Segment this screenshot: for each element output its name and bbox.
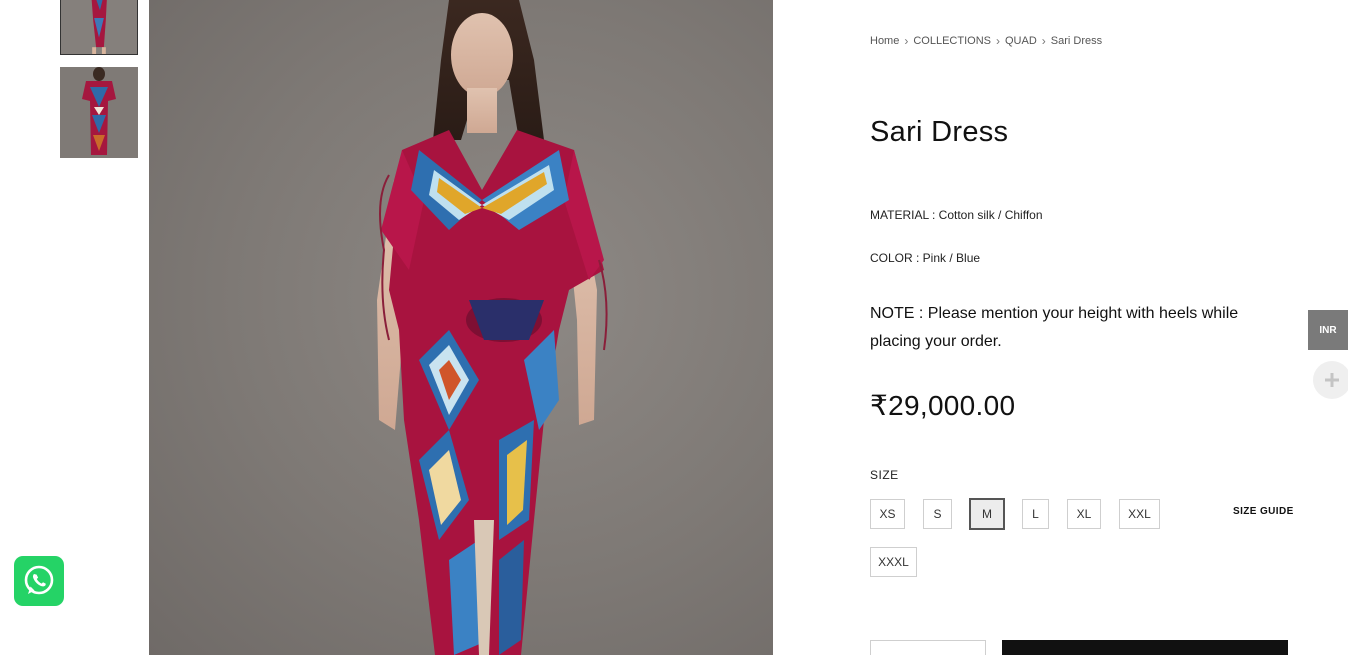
size-option-m[interactable]: M	[969, 498, 1005, 530]
whatsapp-icon	[24, 565, 54, 595]
model-wearing-sari-dress	[377, 0, 608, 655]
thumbnail-back-image	[60, 67, 138, 158]
size-label: SIZE	[870, 468, 899, 482]
add-to-cart-button[interactable]	[1002, 640, 1288, 655]
breadcrumb: Home › COLLECTIONS › QUAD › Sari Dress	[870, 34, 1102, 48]
size-option-l[interactable]: L	[1022, 499, 1049, 529]
chevron-right-icon: ›	[995, 34, 1000, 48]
thumbnail-front[interactable]	[60, 0, 138, 55]
currency-label: INR	[1319, 324, 1337, 336]
size-option-xs[interactable]: XS	[870, 499, 905, 529]
product-note: NOTE : Please mention your height with h…	[870, 305, 1239, 350]
chevron-right-icon: ›	[904, 34, 909, 48]
breadcrumb-current: Sari Dress	[1050, 35, 1103, 47]
plus-icon	[1325, 373, 1339, 387]
whatsapp-chat-button[interactable]	[14, 556, 64, 606]
breadcrumb-home[interactable]: Home	[870, 35, 899, 47]
quantity-input[interactable]	[870, 640, 986, 655]
size-option-s[interactable]: S	[923, 499, 952, 529]
size-option-xl[interactable]: XL	[1067, 499, 1101, 529]
main-product-image[interactable]	[149, 0, 773, 655]
product-title: Sari Dress	[870, 116, 1009, 148]
chevron-right-icon: ›	[1041, 34, 1046, 48]
product-material: MATERIAL : Cotton silk / Chiffon	[870, 208, 1043, 222]
product-price: ₹29,000.00	[870, 390, 1016, 421]
product-color: COLOR : Pink / Blue	[870, 251, 981, 265]
size-option-xxl[interactable]: XXL	[1119, 499, 1160, 529]
breadcrumb-collections[interactable]: COLLECTIONS	[913, 35, 991, 47]
thumbnail-back[interactable]	[60, 67, 138, 158]
size-guide-link[interactable]: SIZE GUIDE	[1233, 506, 1294, 517]
breadcrumb-collection[interactable]: QUAD	[1005, 35, 1037, 47]
currency-switcher[interactable]: INR	[1308, 310, 1348, 350]
product-page: Home › COLLECTIONS › QUAD › Sari Dress S…	[0, 0, 1348, 655]
expand-button[interactable]	[1313, 361, 1348, 399]
thumbnail-front-image	[61, 0, 137, 54]
size-option-xxxl[interactable]: XXXL	[870, 547, 917, 577]
